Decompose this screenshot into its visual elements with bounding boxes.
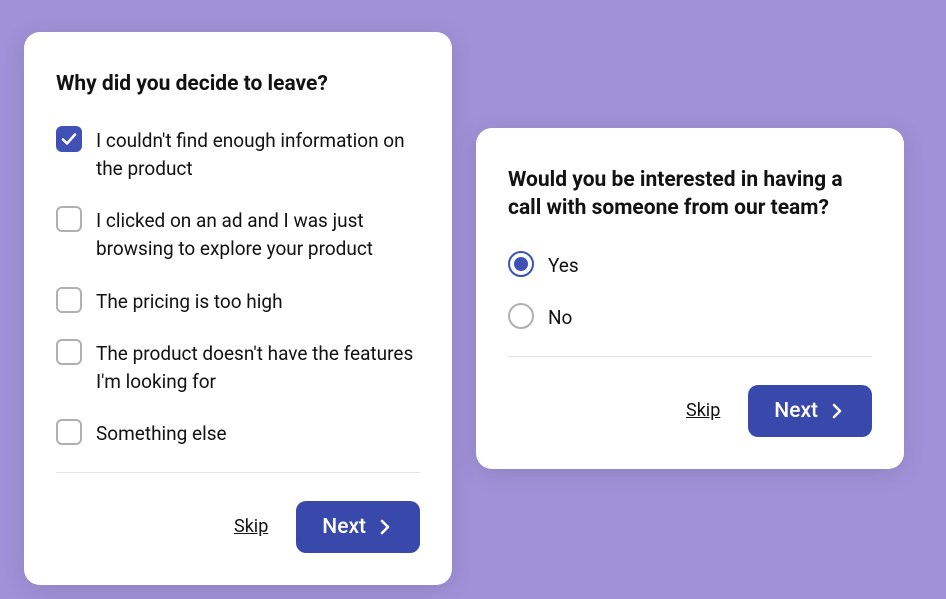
next-button[interactable]: Next	[296, 501, 420, 553]
checkbox-option-pricing[interactable]: The pricing is too high	[56, 287, 420, 316]
radio-input[interactable]	[508, 303, 534, 329]
option-label: No	[548, 303, 572, 332]
question-title: Why did you decide to leave?	[56, 70, 420, 98]
option-label: Yes	[548, 251, 579, 280]
radio-input[interactable]	[508, 251, 534, 277]
checkbox-input[interactable]	[56, 419, 82, 445]
radio-option-yes[interactable]: Yes	[508, 251, 872, 280]
question-title: Would you be interested in having a call…	[508, 166, 872, 223]
divider	[56, 472, 420, 473]
chevron-right-icon	[828, 402, 846, 420]
skip-button[interactable]: Skip	[234, 516, 268, 537]
skip-button[interactable]: Skip	[686, 400, 720, 421]
next-button-label: Next	[774, 399, 818, 423]
checkbox-option-other[interactable]: Something else	[56, 419, 420, 448]
checkbox-input[interactable]	[56, 339, 82, 365]
checkbox-option-ad-browsing[interactable]: I clicked on an ad and I was just browsi…	[56, 206, 420, 262]
card-footer: Skip Next	[508, 385, 872, 437]
divider	[508, 356, 872, 357]
next-button[interactable]: Next	[748, 385, 872, 437]
checkbox-input[interactable]	[56, 287, 82, 313]
check-icon	[61, 131, 77, 147]
checkbox-option-info[interactable]: I couldn't find enough information on th…	[56, 126, 420, 182]
option-label: Something else	[96, 419, 227, 448]
option-label: The pricing is too high	[96, 287, 283, 316]
survey-card-call-interest: Would you be interested in having a call…	[476, 128, 904, 469]
option-label: I couldn't find enough information on th…	[96, 126, 420, 182]
checkbox-option-features[interactable]: The product doesn't have the features I'…	[56, 339, 420, 395]
survey-card-leave-reason: Why did you decide to leave? I couldn't …	[24, 32, 452, 585]
option-label: The product doesn't have the features I'…	[96, 339, 420, 395]
checkbox-input[interactable]	[56, 126, 82, 152]
next-button-label: Next	[322, 515, 366, 539]
card-footer: Skip Next	[56, 501, 420, 553]
radio-option-no[interactable]: No	[508, 303, 872, 332]
radio-dot-icon	[514, 257, 528, 271]
chevron-right-icon	[376, 518, 394, 536]
option-label: I clicked on an ad and I was just browsi…	[96, 206, 420, 262]
checkbox-input[interactable]	[56, 206, 82, 232]
